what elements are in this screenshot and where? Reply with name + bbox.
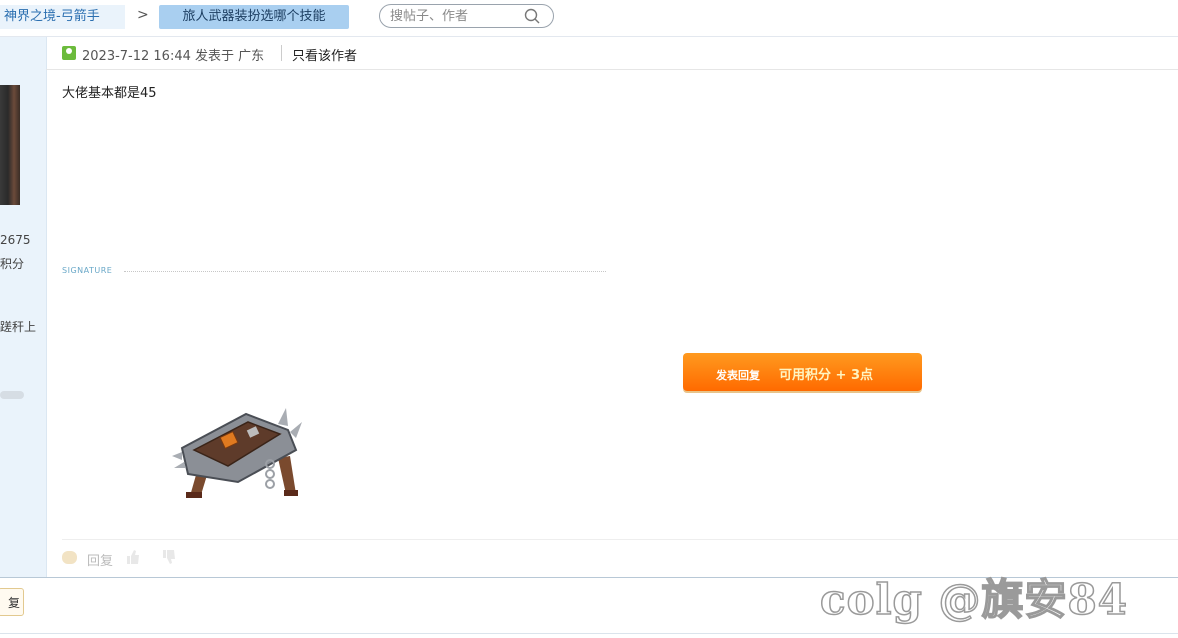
breadcrumb-forum[interactable]: 神界之境-弓箭手 xyxy=(0,5,125,29)
post-posted-in: 发表于 xyxy=(195,49,235,64)
bottom-divider xyxy=(0,633,1178,634)
search-icon[interactable] xyxy=(524,8,540,24)
post-header: 2023-7-12 16:44 发表于 广东 只看该作者 xyxy=(46,37,1178,70)
avatar[interactable] xyxy=(0,85,20,205)
signature-weapon-image xyxy=(172,408,302,498)
breadcrumb-thread[interactable]: 旅人武器装扮选哪个技能 xyxy=(159,5,349,29)
thumbs-up-icon[interactable] xyxy=(125,549,141,565)
watermark: colg @旗安84 xyxy=(819,574,1128,625)
post-footer-divider xyxy=(62,539,1178,540)
user-stat-label: 积分 xyxy=(0,257,25,271)
user-stat-number: 2675 xyxy=(0,233,31,247)
post-reply-button[interactable]: 发表回复 可用积分 + 3点 xyxy=(683,353,922,391)
post-meta: 2023-7-12 16:44 发表于 广东 xyxy=(82,45,264,64)
breadcrumb-separator: > xyxy=(137,7,149,23)
post-reply-bonus: 可用积分 + 3点 xyxy=(779,368,873,383)
signature-label: SIGNATURE xyxy=(62,266,113,275)
thumbs-down-icon[interactable] xyxy=(161,549,177,565)
user-title: 蹉秆上 xyxy=(0,320,37,334)
reply-link[interactable]: 回复 xyxy=(87,550,113,569)
user-panel: 2675 积分 蹉秆上 xyxy=(0,37,47,577)
search-box xyxy=(379,4,554,28)
author-online-icon xyxy=(62,46,76,60)
signature-divider xyxy=(124,271,606,272)
bottom-reply-button[interactable]: 复 xyxy=(0,588,24,616)
post-location: 广东 xyxy=(238,49,265,64)
top-bar: 神界之境-弓箭手 > 旅人武器装扮选哪个技能 xyxy=(0,0,1178,37)
post-reply-label: 发表回复 xyxy=(716,369,760,382)
user-level-bar xyxy=(0,391,24,399)
post-time: 2023-7-12 16:44 xyxy=(82,49,191,64)
post-content: 大佬基本都是45 xyxy=(62,86,157,101)
only-author-link[interactable]: 只看该作者 xyxy=(292,45,357,64)
reply-icon[interactable] xyxy=(62,551,77,564)
meta-divider xyxy=(281,45,282,61)
search-input[interactable] xyxy=(390,8,520,24)
